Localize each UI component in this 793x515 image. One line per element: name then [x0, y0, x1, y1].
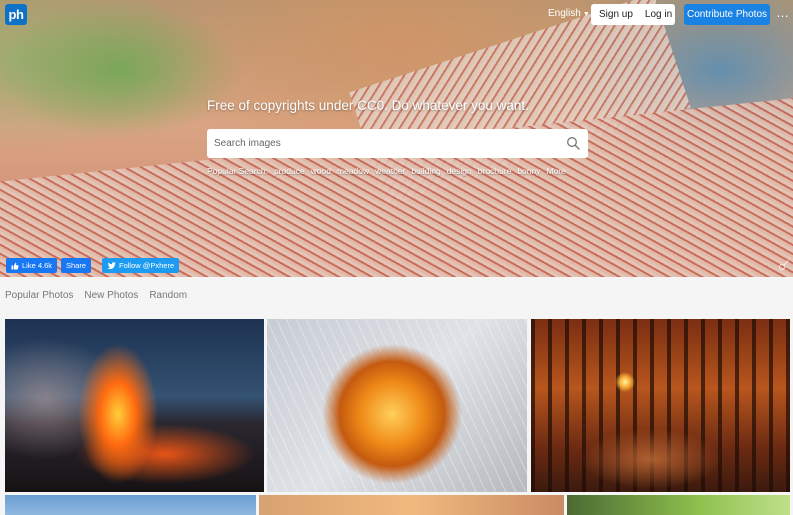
- like-count-label: Like 4.6k: [22, 261, 53, 270]
- search-input[interactable]: [214, 135, 544, 152]
- more-menu-icon[interactable]: …: [776, 5, 790, 20]
- facebook-like-button[interactable]: Like 4.6k: [6, 258, 58, 273]
- tab-popular-photos[interactable]: Popular Photos: [5, 290, 73, 301]
- photo-thumbnail[interactable]: [5, 495, 256, 515]
- photo-tabs: Popular Photos New Photos Random: [5, 290, 187, 301]
- popular-search-link[interactable]: produce: [274, 166, 305, 176]
- signup-link[interactable]: Sign up: [599, 9, 633, 20]
- photo-thumbnail[interactable]: [259, 495, 564, 515]
- popular-search-link[interactable]: wood: [311, 166, 331, 176]
- popular-search-link[interactable]: bonny: [517, 166, 540, 176]
- camera-info-icon[interactable]: [778, 259, 790, 271]
- popular-search-link[interactable]: design: [447, 166, 472, 176]
- share-label: Share: [66, 261, 87, 270]
- caret-down-icon: ▼: [582, 11, 590, 18]
- thumbs-up-icon: [11, 262, 19, 269]
- search-box: [207, 129, 588, 158]
- follow-label: Follow @Pxhere: [119, 261, 175, 270]
- twitter-follow-button[interactable]: Follow @Pxhere: [102, 258, 180, 273]
- search-icon[interactable]: [566, 136, 580, 150]
- popular-search-more-link[interactable]: More: [547, 166, 566, 176]
- contribute-photos-button[interactable]: Contribute Photos: [684, 4, 770, 25]
- photo-christmas-ornament[interactable]: [267, 319, 527, 492]
- popular-search-link[interactable]: meadow: [337, 166, 369, 176]
- tab-random[interactable]: Random: [149, 290, 187, 301]
- popular-search-link[interactable]: brochure: [478, 166, 512, 176]
- popular-search-label: Popular Search:: [207, 166, 268, 176]
- popular-search-link[interactable]: building: [411, 166, 440, 176]
- photo-volcano-eruption[interactable]: [5, 319, 264, 492]
- facebook-share-button[interactable]: Share: [61, 258, 92, 273]
- twitter-bird-icon: [107, 261, 116, 269]
- auth-box: Sign up Log in: [591, 4, 675, 25]
- site-logo[interactable]: ph: [5, 4, 27, 25]
- hero-banner: ph English ▼ Sign up Log in Contribute Ph…: [0, 0, 793, 277]
- login-link[interactable]: Log in: [645, 9, 672, 20]
- language-label: English: [548, 8, 581, 19]
- tab-new-photos[interactable]: New Photos: [84, 290, 138, 301]
- photo-thumbnail[interactable]: [567, 495, 790, 515]
- photo-autumn-forest-lamp[interactable]: [531, 319, 790, 492]
- popular-searches: Popular Search: produce wood meadow weat…: [207, 166, 566, 176]
- popular-search-link[interactable]: weather: [375, 166, 405, 176]
- hero-tagline: Free of copyrights under CC0. Do whateve…: [207, 98, 529, 113]
- language-selector[interactable]: English ▼: [548, 8, 590, 19]
